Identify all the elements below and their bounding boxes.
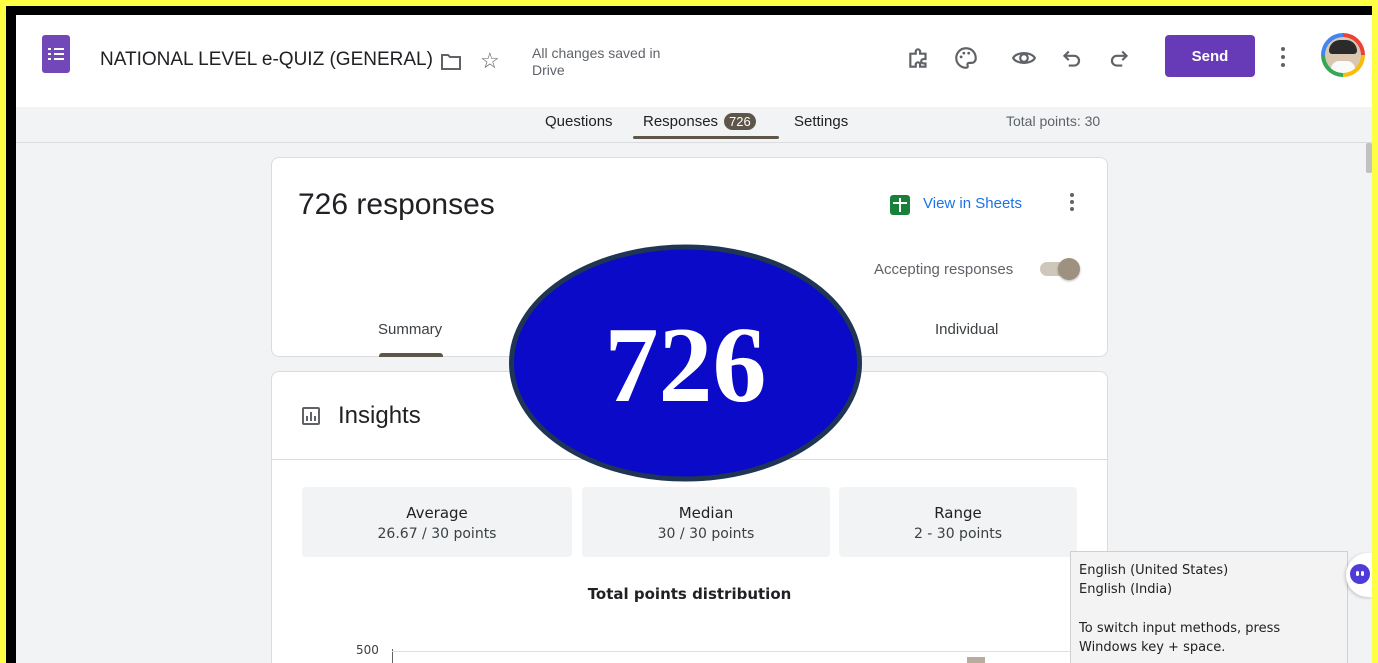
tab-responses[interactable]: Responses 726 — [643, 113, 756, 130]
more-vert-icon[interactable] — [1280, 47, 1286, 69]
tab-settings[interactable]: Settings — [794, 113, 848, 130]
insights-title: Insights — [338, 402, 421, 429]
tab-responses-label: Responses — [643, 113, 719, 130]
stat-label: Average — [406, 504, 468, 522]
addon-puzzle-icon[interactable] — [906, 45, 932, 71]
send-button[interactable]: Send — [1165, 35, 1255, 77]
star-icon[interactable]: ☆ — [480, 50, 500, 72]
view-in-sheets-link[interactable]: View in Sheets — [923, 195, 1022, 212]
total-points: Total points: 30 — [1006, 113, 1101, 129]
stat-value: 2 - 30 points — [913, 526, 1003, 542]
stat-value: 26.67 / 30 points — [377, 526, 497, 542]
tab-questions[interactable]: Questions — [545, 113, 613, 130]
accepting-responses-label: Accepting responses — [874, 261, 1014, 278]
summary-tab-indicator — [379, 353, 443, 357]
ime-language-1[interactable]: English (United States) — [1079, 561, 1339, 580]
insights-chart-icon — [302, 407, 320, 425]
stat-label: Median — [678, 504, 734, 522]
chart-gridline — [392, 651, 1072, 652]
distribution-bar[interactable] — [967, 657, 985, 663]
scrollbar-thumb[interactable] — [1366, 143, 1372, 173]
undo-icon[interactable] — [1059, 45, 1085, 71]
ime-hint: To switch input methods, press Windows k… — [1079, 621, 1281, 655]
distribution-title: Total points distribution — [587, 585, 792, 603]
form-tabs: Questions Responses 726 Settings — [16, 111, 1372, 141]
input-method-popup: English (United States) English (India) … — [1070, 551, 1348, 663]
stat-median: Median 30 / 30 points — [582, 487, 830, 557]
palette-icon[interactable] — [953, 45, 979, 71]
preview-eye-icon[interactable] — [1011, 45, 1037, 71]
tab-individual[interactable]: Individual — [935, 321, 998, 338]
forms-logo-icon[interactable] — [42, 35, 70, 73]
accepting-responses-toggle[interactable] — [1040, 258, 1080, 280]
stat-range: Range 2 - 30 points — [839, 487, 1077, 557]
folder-icon[interactable] — [440, 53, 462, 71]
y-axis-tick: 500 — [356, 643, 379, 657]
redo-icon[interactable] — [1106, 45, 1132, 71]
black-frame: NATIONAL LEVEL e-QUIZ (GENERAL) ☆ All ch… — [6, 6, 1372, 663]
stat-value: 30 / 30 points — [657, 526, 755, 542]
ime-language-2[interactable]: English (India) — [1079, 580, 1339, 599]
avatar[interactable] — [1321, 33, 1365, 77]
responses-more-icon[interactable] — [1069, 193, 1075, 215]
responses-count-title: 726 responses — [298, 188, 495, 221]
saved-status: All changes saved in Drive — [532, 45, 661, 78]
responses-count-badge: 726 — [724, 113, 756, 130]
tab-summary[interactable]: Summary — [378, 321, 442, 338]
stat-label: Range — [934, 504, 982, 522]
assistant-icon[interactable] — [1346, 553, 1372, 597]
header-divider — [16, 142, 1372, 143]
app-header: NATIONAL LEVEL e-QUIZ (GENERAL) ☆ All ch… — [16, 15, 1372, 139]
active-tab-indicator — [633, 136, 779, 139]
sheets-icon[interactable] — [890, 195, 910, 215]
stat-average: Average 26.67 / 30 points — [302, 487, 572, 557]
yellow-frame: NATIONAL LEVEL e-QUIZ (GENERAL) ☆ All ch… — [0, 0, 1378, 663]
overlay-number: 726 — [604, 306, 767, 425]
screen: NATIONAL LEVEL e-QUIZ (GENERAL) ☆ All ch… — [16, 15, 1372, 663]
form-title[interactable]: NATIONAL LEVEL e-QUIZ (GENERAL) — [100, 49, 433, 71]
